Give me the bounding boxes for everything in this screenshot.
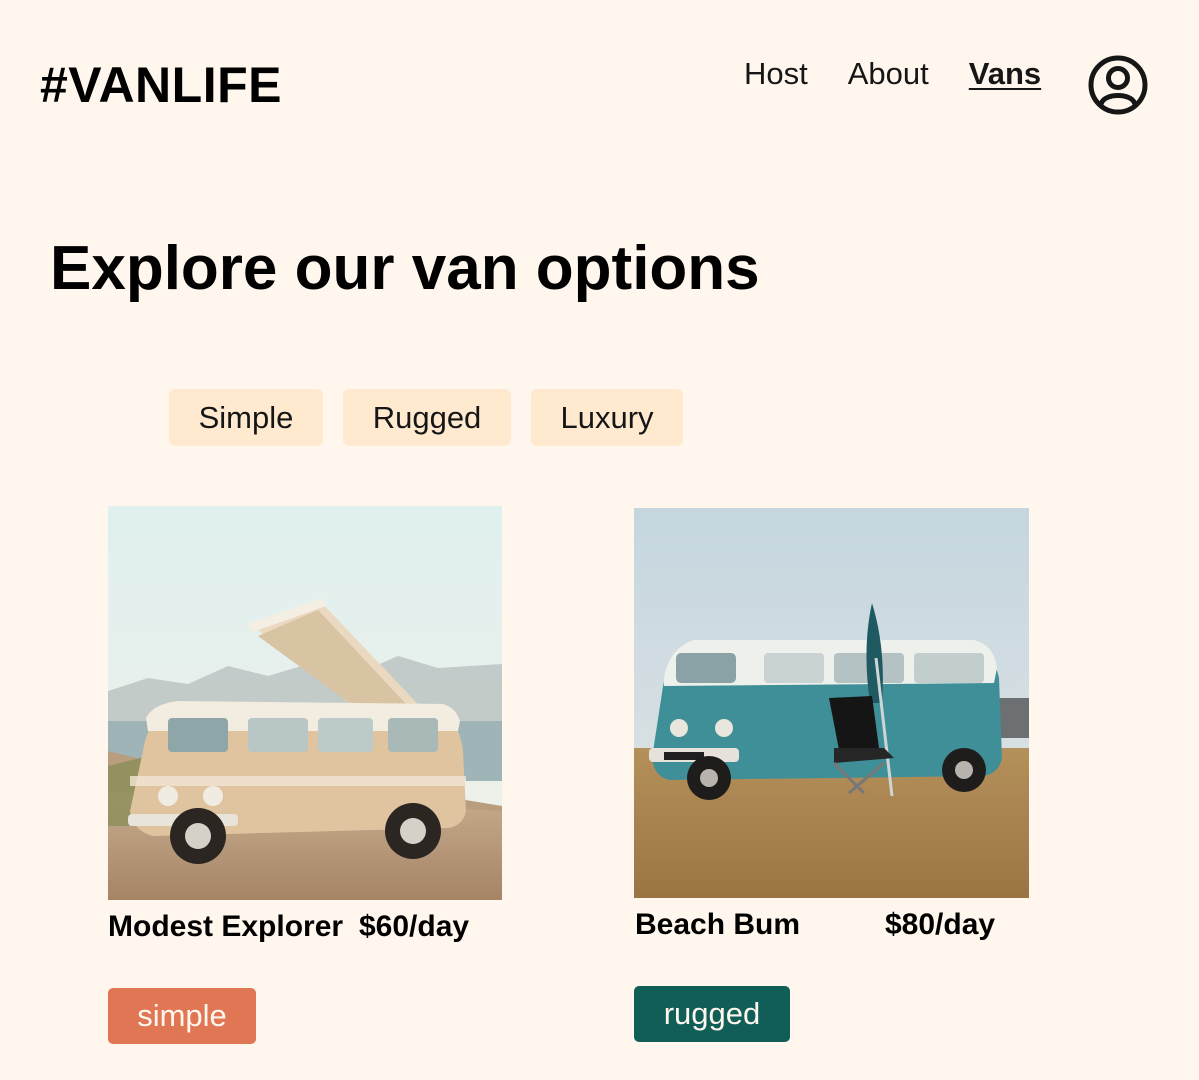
van-name: Beach Bum [635,908,801,941]
filter-luxury-button[interactable]: Luxury [531,389,683,446]
nav-link-about[interactable]: About [848,52,929,96]
nav-link-host[interactable]: Host [744,52,808,96]
van-info-modest-explorer: Modest Explorer $60/day [108,900,502,950]
filter-simple-button[interactable]: Simple [169,389,323,446]
van-price: $80/day [885,908,996,941]
van-type-tag-simple[interactable]: simple [108,988,256,1044]
van-card-modest-explorer[interactable]: Modest Explorer $60/day [108,506,502,950]
van-type-tag-rugged[interactable]: rugged [634,986,790,1042]
van-card-beach-bum[interactable]: Beach Bum $80/day [634,508,1029,948]
van-image-modest-explorer [108,506,502,900]
page-title: Explore our van options [50,234,760,303]
filter-rugged-button[interactable]: Rugged [343,389,511,446]
nav-link-vans[interactable]: Vans [969,52,1041,96]
van-price: $60/day [359,910,470,943]
van-info-beach-bum: Beach Bum $80/day [634,898,1029,948]
user-avatar-icon[interactable] [1088,55,1148,115]
van-image-beach-bum [634,508,1029,898]
main-nav: Host About Vans [744,52,1041,96]
site-logo[interactable]: #VANLIFE [40,60,282,110]
van-name: Modest Explorer [108,910,344,943]
